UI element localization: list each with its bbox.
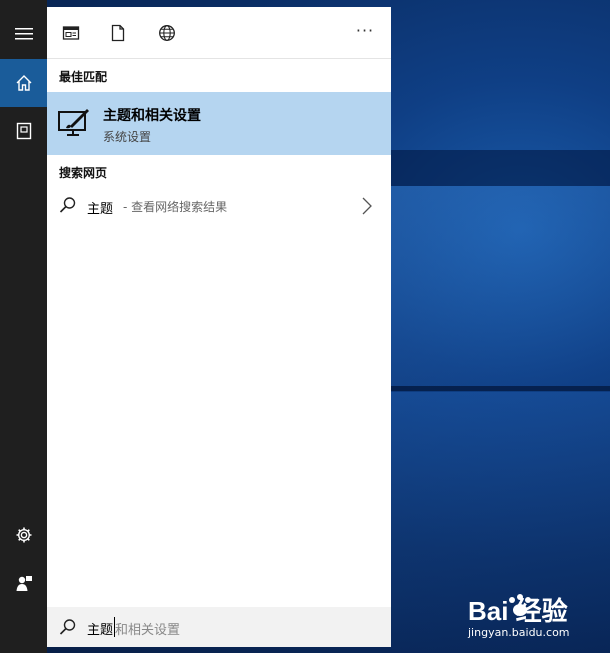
watermark-url: jingyan.baidu.com xyxy=(468,626,570,639)
web-result-suffix: - 查看网络搜索结果 xyxy=(123,200,228,214)
document-icon xyxy=(111,24,125,42)
search-results-panel: ··· 最佳匹配 主题和相关设置 系统设置 搜索网页 主题 - 查看网络搜索结果… xyxy=(47,7,391,647)
web-filter-button[interactable] xyxy=(155,21,179,45)
chevron-right-icon[interactable] xyxy=(361,196,373,216)
search-icon xyxy=(59,197,76,213)
notebook-button[interactable] xyxy=(0,107,47,155)
apps-filter-button[interactable] xyxy=(59,21,83,45)
theme-settings-icon xyxy=(58,109,89,136)
home-button[interactable] xyxy=(0,59,47,107)
globe-icon xyxy=(159,25,175,41)
notebook-icon xyxy=(16,122,31,140)
web-search-result[interactable]: 主题 - 查看网络搜索结果 xyxy=(47,191,391,221)
search-input-text[interactable]: 主题 xyxy=(87,619,113,638)
wallpaper-band xyxy=(390,150,610,186)
feedback-icon xyxy=(16,576,32,591)
home-icon xyxy=(16,75,31,91)
filter-toolbar: ··· xyxy=(47,7,391,59)
search-icon xyxy=(59,619,76,635)
best-match-subtitle: 系统设置 xyxy=(103,130,152,144)
documents-filter-button[interactable] xyxy=(106,21,130,45)
search-box[interactable]: 主题 和相关设置 xyxy=(47,607,391,647)
best-match-header: 最佳匹配 xyxy=(59,70,108,84)
web-search-header: 搜索网页 xyxy=(59,166,108,180)
best-match-result[interactable]: 主题和相关设置 系统设置 xyxy=(47,92,391,155)
app-window-icon xyxy=(62,26,80,40)
wallpaper-pane-upper xyxy=(390,186,610,386)
start-menu-rail xyxy=(0,0,47,653)
hamburger-icon xyxy=(14,28,33,40)
web-result-query: 主题 xyxy=(87,202,114,217)
gear-icon xyxy=(16,527,31,543)
settings-button[interactable] xyxy=(0,511,47,559)
feedback-button[interactable] xyxy=(0,559,47,607)
more-options-button[interactable]: ··· xyxy=(353,21,377,45)
search-autocomplete-suggestion: 和相关设置 xyxy=(115,623,181,638)
hamburger-menu-button[interactable] xyxy=(0,10,47,58)
best-match-title: 主题和相关设置 xyxy=(103,108,201,124)
wallpaper-seam xyxy=(390,386,610,391)
